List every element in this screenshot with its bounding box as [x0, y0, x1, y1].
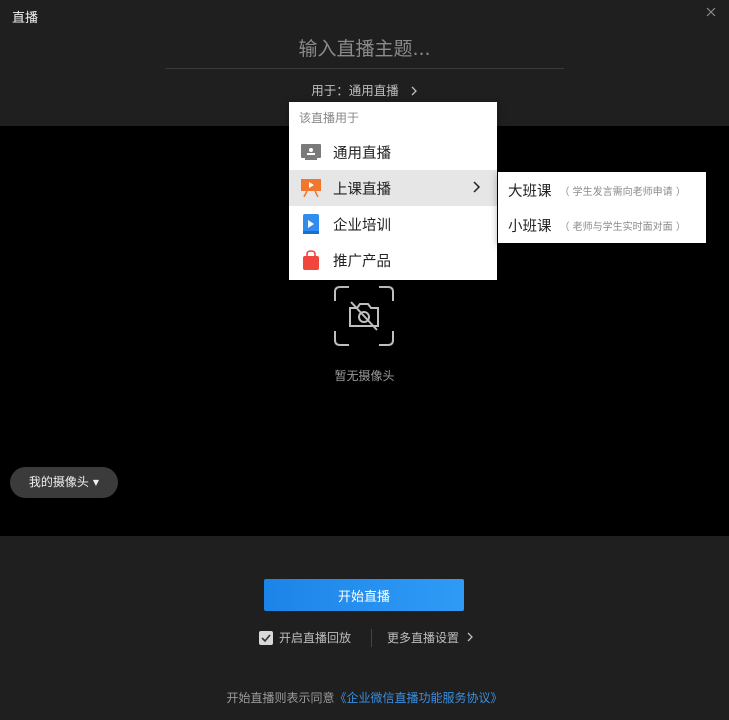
options-row: 开启直播回放 更多直播设置	[0, 629, 729, 647]
topic-field	[165, 34, 564, 69]
menu-item-promotion[interactable]: 推广产品	[289, 242, 497, 278]
no-camera-text: 暂无摄像头	[334, 369, 395, 383]
submenu-item-desc: （ 学生发言需向老师申请 ）	[559, 187, 686, 198]
start-live-button[interactable]: 开始直播	[264, 579, 464, 611]
divider	[371, 629, 372, 647]
agreement-prefix: 开始直播则表示同意	[226, 691, 335, 705]
menu-item-label: 推广产品	[333, 253, 391, 270]
more-settings-link[interactable]: 更多直播设置	[387, 629, 474, 646]
training-book-icon	[301, 214, 321, 234]
menu-item-class[interactable]: 上课直播	[289, 170, 497, 206]
shopping-bag-icon	[301, 250, 321, 270]
replay-checkbox[interactable]	[259, 630, 273, 645]
monitor-icon	[301, 142, 321, 162]
submenu-item-title: 大班课	[508, 184, 552, 200]
class-type-submenu: 大班课 （ 学生发言需向老师申请 ） 小班课 （ 老师与学生实时面对面 ）	[498, 172, 706, 243]
topic-input[interactable]	[165, 34, 564, 64]
close-icon[interactable]	[703, 4, 719, 20]
submenu-item-large-class[interactable]: 大班课 （ 学生发言需向老师申请 ）	[498, 173, 706, 208]
menu-item-label: 企业培训	[333, 217, 391, 234]
my-camera-label: 我的摄像头	[28, 475, 89, 489]
menu-header: 该直播用于	[299, 111, 360, 125]
more-settings-label: 更多直播设置	[387, 631, 460, 645]
submenu-item-small-class[interactable]: 小班课 （ 老师与学生实时面对面 ）	[498, 208, 706, 243]
usage-selector[interactable]: 用于：通用直播	[0, 80, 729, 99]
menu-item-label: 通用直播	[333, 145, 391, 162]
replay-option[interactable]: 开启直播回放	[259, 629, 351, 646]
my-camera-button[interactable]: 我的摄像头 ▼	[10, 467, 118, 498]
submenu-item-desc: （ 老师与学生实时面对面 ）	[559, 222, 686, 233]
usage-label: 用于：通用直播	[311, 83, 399, 98]
menu-item-label: 上课直播	[333, 181, 391, 198]
chevron-right-icon	[473, 181, 481, 197]
caret-down-icon: ▼	[92, 478, 100, 487]
agreement-text: 开始直播则表示同意《企业微信直播功能服务协议》	[0, 689, 729, 706]
chevron-right-icon	[411, 84, 418, 99]
replay-label: 开启直播回放	[279, 631, 352, 645]
menu-item-general[interactable]: 通用直播	[289, 134, 497, 170]
menu-item-training[interactable]: 企业培训	[289, 206, 497, 242]
window-title: 直播	[12, 11, 39, 26]
agreement-link[interactable]: 《企业微信直播功能服务协议》	[335, 691, 503, 705]
chevron-right-icon	[467, 631, 474, 645]
class-board-icon	[301, 178, 321, 198]
no-camera-icon	[333, 285, 395, 347]
submenu-item-title: 小班课	[508, 219, 552, 235]
usage-menu: 该直播用于 通用直播 上课直播 企业培训 推广产品	[289, 102, 497, 280]
